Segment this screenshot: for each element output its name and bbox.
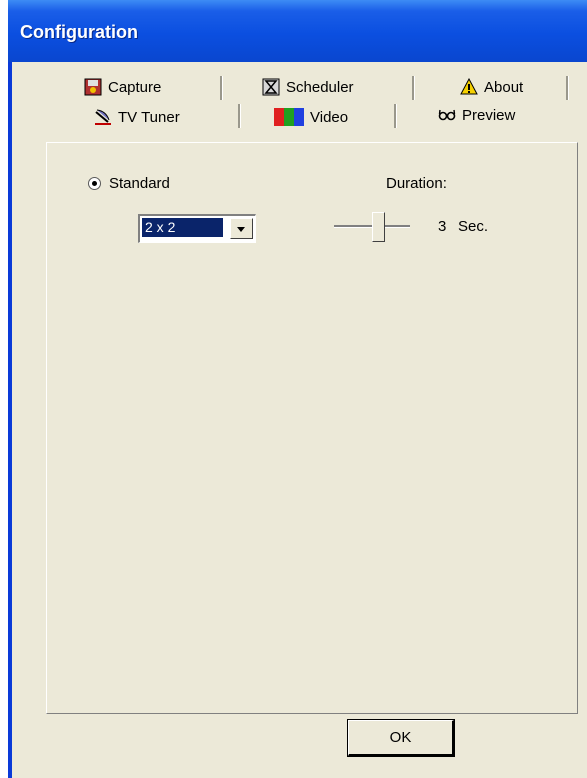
tab-capture-label: Capture <box>108 78 162 96</box>
tab-scheduler-label: Scheduler <box>286 78 354 96</box>
standard-radio[interactable]: Standard <box>88 175 170 192</box>
tab-preview[interactable]: Preview <box>438 100 516 130</box>
tab-separator <box>394 104 397 128</box>
satellite-dish-icon <box>95 109 111 125</box>
tab-preview-label: Preview <box>462 106 516 124</box>
tab-separator <box>238 104 241 128</box>
slider-thumb[interactable] <box>372 212 385 242</box>
color-bars-icon <box>274 108 304 126</box>
tab-about-label: About <box>484 78 524 96</box>
tab-separator <box>220 76 223 100</box>
warning-icon <box>460 78 478 95</box>
title-bar[interactable]: Configuration <box>8 0 587 62</box>
preview-tab-panel <box>46 142 578 714</box>
duration-value: 3 <box>438 218 447 235</box>
duration-slider[interactable] <box>334 210 410 242</box>
duration-label: Duration: <box>386 175 447 192</box>
radio-selected-indicator[interactable] <box>88 177 101 190</box>
layout-select-value[interactable]: 2 x 2 <box>142 218 223 237</box>
tab-video[interactable]: Video <box>274 104 348 130</box>
standard-radio-label: Standard <box>109 175 170 192</box>
tab-capture[interactable]: Capture <box>84 74 161 100</box>
tab-separator <box>412 76 415 100</box>
ok-button[interactable]: OK <box>347 719 455 757</box>
tab-video-label: Video <box>310 108 349 126</box>
tab-tv-tuner-label: TV Tuner <box>118 108 180 126</box>
tab-scheduler[interactable]: Scheduler <box>262 74 354 100</box>
hourglass-icon <box>262 78 280 96</box>
duration-unit: Sec. <box>458 218 489 235</box>
capture-disk-icon <box>84 78 102 96</box>
window-title: Configuration <box>20 22 138 42</box>
chevron-down-icon[interactable] <box>230 218 253 239</box>
tab-separator <box>566 76 569 100</box>
layout-select[interactable]: 2 x 2 <box>138 214 256 243</box>
tab-tv-tuner[interactable]: TV Tuner <box>94 104 180 130</box>
glasses-icon <box>438 109 456 121</box>
tab-about[interactable]: About <box>460 74 523 100</box>
configuration-window: Configuration Capture Scheduler About TV… <box>8 0 587 778</box>
